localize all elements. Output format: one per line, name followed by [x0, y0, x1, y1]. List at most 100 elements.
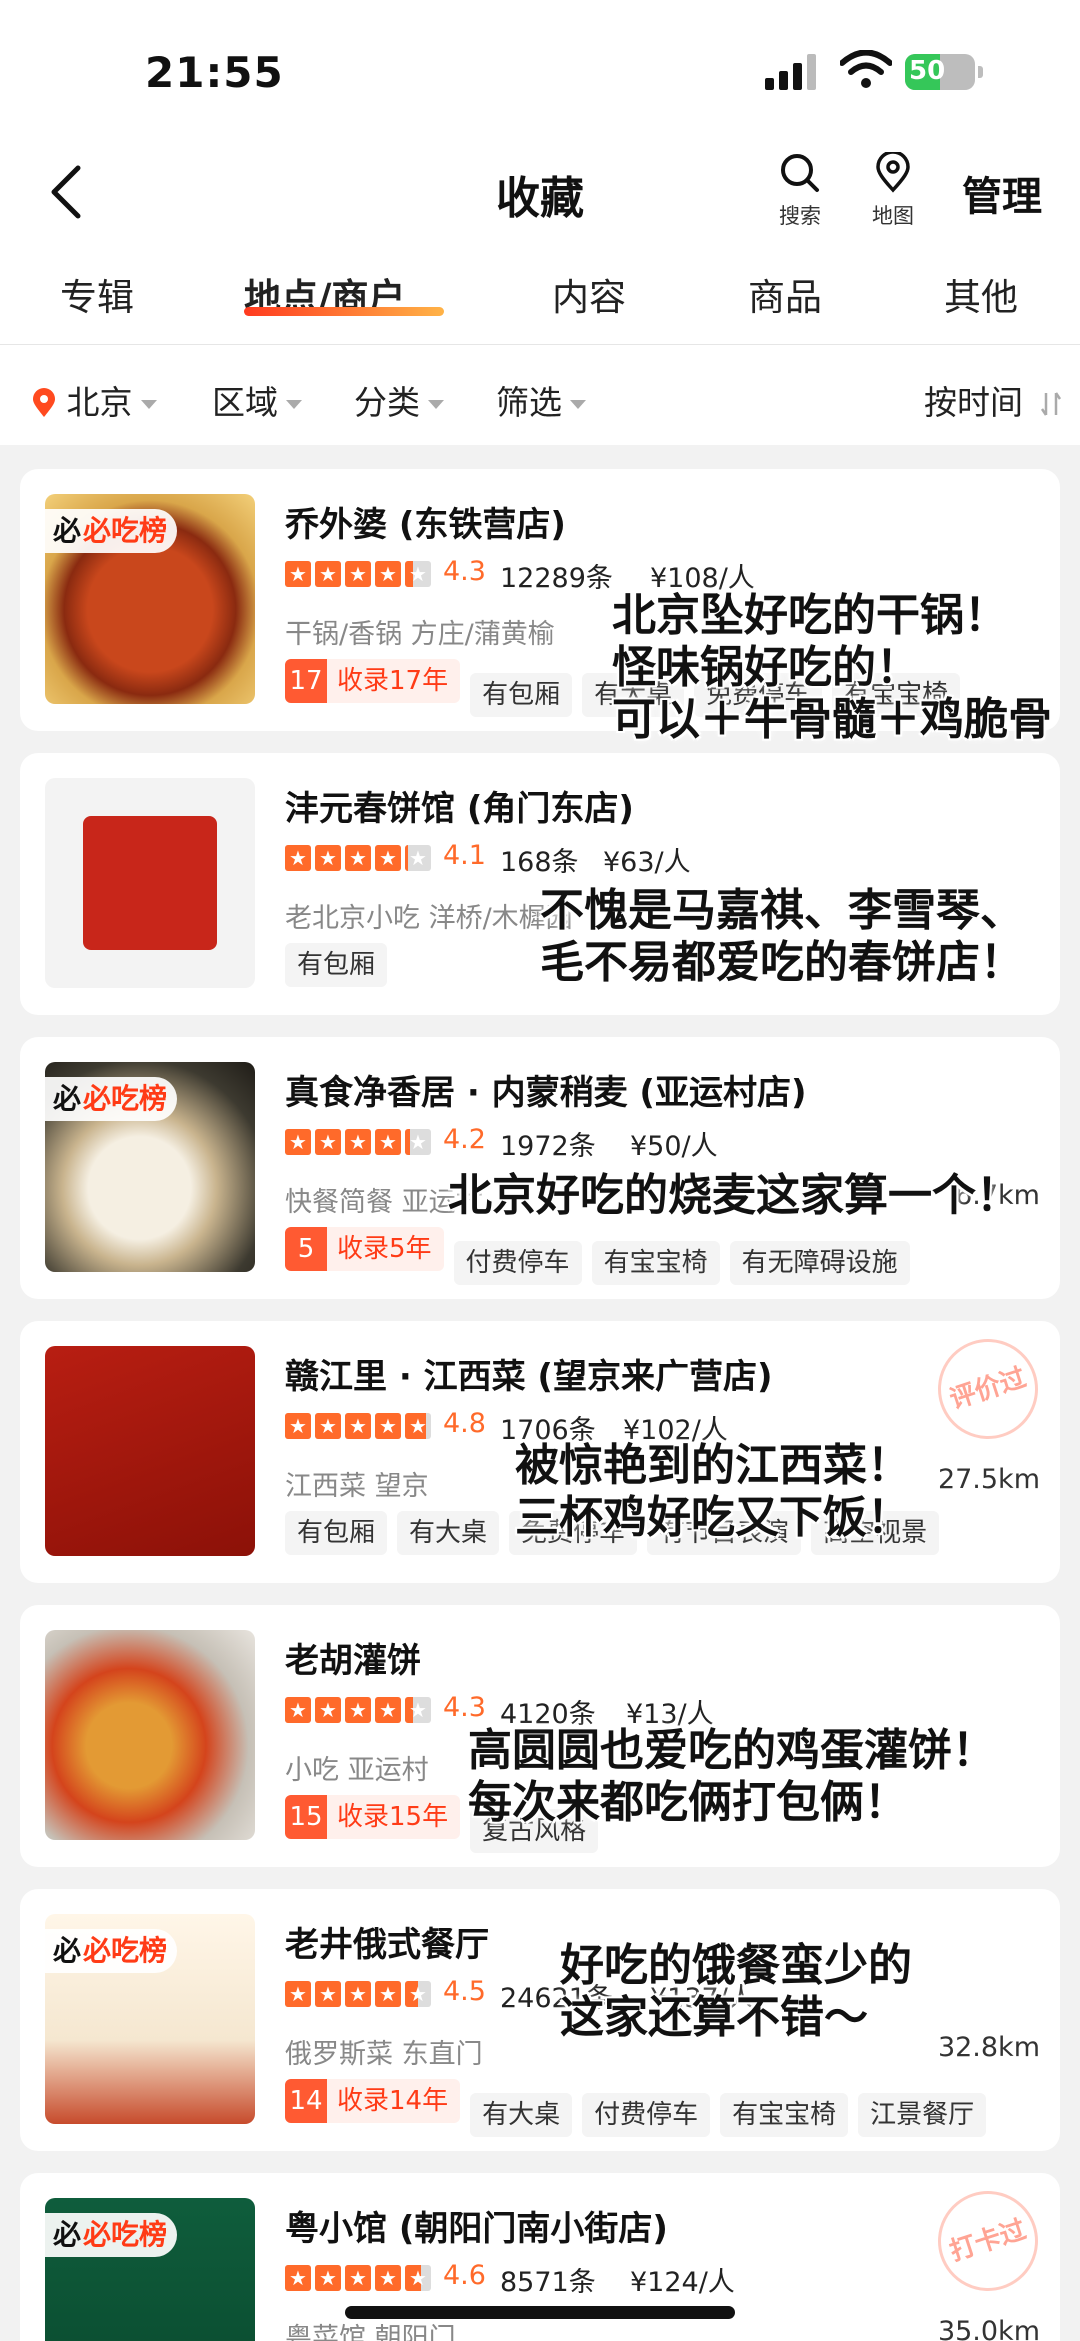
star-icon: ★ — [375, 561, 401, 587]
category-district: 干锅/香锅 方庄/蒲黄榆 — [285, 619, 555, 650]
map-button[interactable]: 地图 — [853, 150, 933, 230]
cellular-signal-icon — [765, 54, 821, 90]
place-thumbnail — [45, 1630, 255, 1840]
star-icon: ★ — [345, 1129, 371, 1155]
star-icon: ★ — [285, 1129, 311, 1155]
place-name: 粤小馆 (朝阳门南小街店) — [285, 2209, 668, 2249]
star-icon: ★ — [405, 561, 431, 587]
feature-tag: 有大桌 — [470, 2093, 573, 2137]
tab-content[interactable]: 内容 — [552, 267, 626, 321]
star-icon: ★ — [405, 1981, 431, 2007]
area-filter[interactable]: 区域 — [212, 376, 302, 424]
tab-products[interactable]: 商品 — [748, 267, 822, 321]
tab-bar: 专辑 地点/商户 内容 商品 其他 — [0, 255, 1080, 345]
star-icon: ★ — [345, 1981, 371, 2007]
caption-line: 不愧是马嘉祺、李雪琴、 — [540, 885, 1024, 936]
search-button[interactable]: 搜索 — [760, 152, 840, 230]
star-icon: ★ — [315, 1981, 341, 2007]
star-icon: ★ — [315, 2265, 341, 2291]
distance: 27.5km — [937, 1464, 1040, 1495]
rating-score: 4.3 — [443, 1692, 486, 1723]
caption-overlay: 高圆圆也爱吃的鸡蛋灌饼！ 每次来都吃俩打包俩！ — [468, 1725, 996, 1829]
rating-score: 4.8 — [443, 1408, 486, 1439]
tag-list: 有包厢 — [285, 943, 397, 987]
star-icon: ★ — [315, 1413, 341, 1439]
place-card[interactable]: 必必吃榜 真食净香居 · 内蒙稍麦 (亚运村店) ★ ★ ★ ★ ★ 4.2 1972条 ¥50/… — [20, 1037, 1060, 1299]
star-icon: ★ — [285, 561, 311, 587]
star-icon: ★ — [285, 1413, 311, 1439]
search-label: 搜索 — [779, 204, 821, 228]
star-rating: ★ ★ ★ ★ ★ — [285, 845, 435, 871]
feature-tag: 有包厢 — [470, 673, 573, 717]
rating-score: 4.2 — [443, 1124, 486, 1155]
category-filter[interactable]: 分类 — [354, 376, 444, 424]
star-icon: ★ — [375, 1697, 401, 1723]
star-icon: ★ — [345, 2265, 371, 2291]
star-rating: ★ ★ ★ ★ ★ — [285, 1697, 435, 1723]
caption-line: 可以＋牛骨髓＋鸡脆骨 — [612, 694, 1052, 745]
tab-albums[interactable]: 专辑 — [60, 267, 134, 321]
place-thumbnail — [45, 778, 255, 988]
place-name: 老胡灌饼 — [285, 1641, 421, 1681]
caption-overlay: 北京好吃的烧麦这家算一个！ — [448, 1170, 1020, 1222]
distance: 35.0km — [937, 2316, 1040, 2341]
caption-line: 三杯鸡好吃又下饭！ — [515, 1492, 911, 1543]
star-icon: ★ — [285, 2265, 311, 2291]
star-icon: ★ — [315, 1129, 341, 1155]
place-thumbnail: 必必吃榜 — [45, 2198, 255, 2341]
avg-price: ¥50/人 — [630, 1131, 718, 1162]
sort-icon — [1040, 392, 1061, 416]
rating-score: 4.6 — [443, 2260, 486, 2291]
star-rating: ★ ★ ★ ★ ★ — [285, 1413, 435, 1439]
screen-filter[interactable]: 筛选 — [496, 376, 586, 424]
place-name: 真食净香居 · 内蒙稍麦 (亚运村店) — [285, 1073, 807, 1113]
category-district: 俄罗斯菜 东直门 — [285, 2039, 483, 2070]
star-icon: ★ — [405, 1697, 431, 1723]
review-count: 1972条 — [500, 1131, 596, 1162]
nav-bar: 收藏 搜索 地图 管理 — [0, 140, 1080, 240]
tab-other[interactable]: 其他 — [944, 267, 1018, 321]
location-pin-icon — [33, 388, 55, 417]
feature-tag: 有宝宝椅 — [720, 2093, 849, 2137]
star-icon: ★ — [315, 845, 341, 871]
chevron-down-icon — [428, 400, 444, 409]
sort-label: 按时间 — [924, 383, 1023, 422]
star-icon: ★ — [285, 845, 311, 871]
caption-overlay: 好吃的饿餐蛮少的 这家还算不错～ — [560, 1940, 912, 2044]
manage-button[interactable]: 管理 — [962, 164, 1042, 222]
status-bar: 21:55 50 — [0, 0, 1080, 140]
star-icon: ★ — [375, 2265, 401, 2291]
sort-filter[interactable]: 按时间 — [924, 376, 1062, 424]
record-years-tag: 17 收录17年 — [285, 659, 461, 703]
rating-score: 4.3 — [443, 556, 486, 587]
tag-list: 14 收录14年 有大桌 付费停车 有宝宝椅 江景餐厅 — [285, 2079, 996, 2137]
screen-label: 筛选 — [496, 383, 562, 422]
category-district: 江西菜 望京 — [285, 1471, 429, 1502]
feature-tag: 有宝宝椅 — [591, 1241, 720, 1285]
city-filter[interactable]: 北京 — [32, 376, 157, 424]
star-rating: ★ ★ ★ ★ ★ — [285, 2265, 435, 2291]
distance: 32.8km — [937, 2032, 1040, 2063]
star-icon: ★ — [405, 2265, 431, 2291]
category-label: 分类 — [354, 383, 420, 422]
star-icon: ★ — [345, 845, 371, 871]
caption-line: 怪味锅好吃的！ — [612, 642, 920, 693]
caption-line: 每次来都吃俩打包俩！ — [468, 1777, 908, 1828]
feature-tag: 江景餐厅 — [858, 2093, 987, 2137]
star-icon: ★ — [345, 1413, 371, 1439]
header-area: 21:55 50 收藏 搜索 地图 管理 专辑 地点/商户 内容 商品 其他 北… — [0, 0, 1080, 445]
feature-tag: 有包厢 — [285, 943, 388, 987]
home-indicator[interactable] — [345, 2306, 735, 2319]
record-years-tag: 5 收录5年 — [285, 1227, 444, 1271]
feature-tag: 有包厢 — [285, 1511, 388, 1555]
map-label: 地图 — [872, 204, 914, 228]
caption-overlay: 被惊艳到的江西菜！ 三杯鸡好吃又下饭！ — [515, 1440, 911, 1544]
active-tab-indicator — [244, 307, 444, 316]
star-icon: ★ — [285, 1981, 311, 2007]
chevron-down-icon — [286, 400, 302, 409]
category-district: 粤菜馆 朝阳门 — [285, 2323, 456, 2341]
place-thumbnail — [45, 1346, 255, 1556]
caption-line: 高圆圆也爱吃的鸡蛋灌饼！ — [468, 1725, 996, 1776]
status-stamp: 打卡过 — [924, 2177, 1052, 2305]
place-thumbnail: 必必吃榜 — [45, 1062, 255, 1272]
